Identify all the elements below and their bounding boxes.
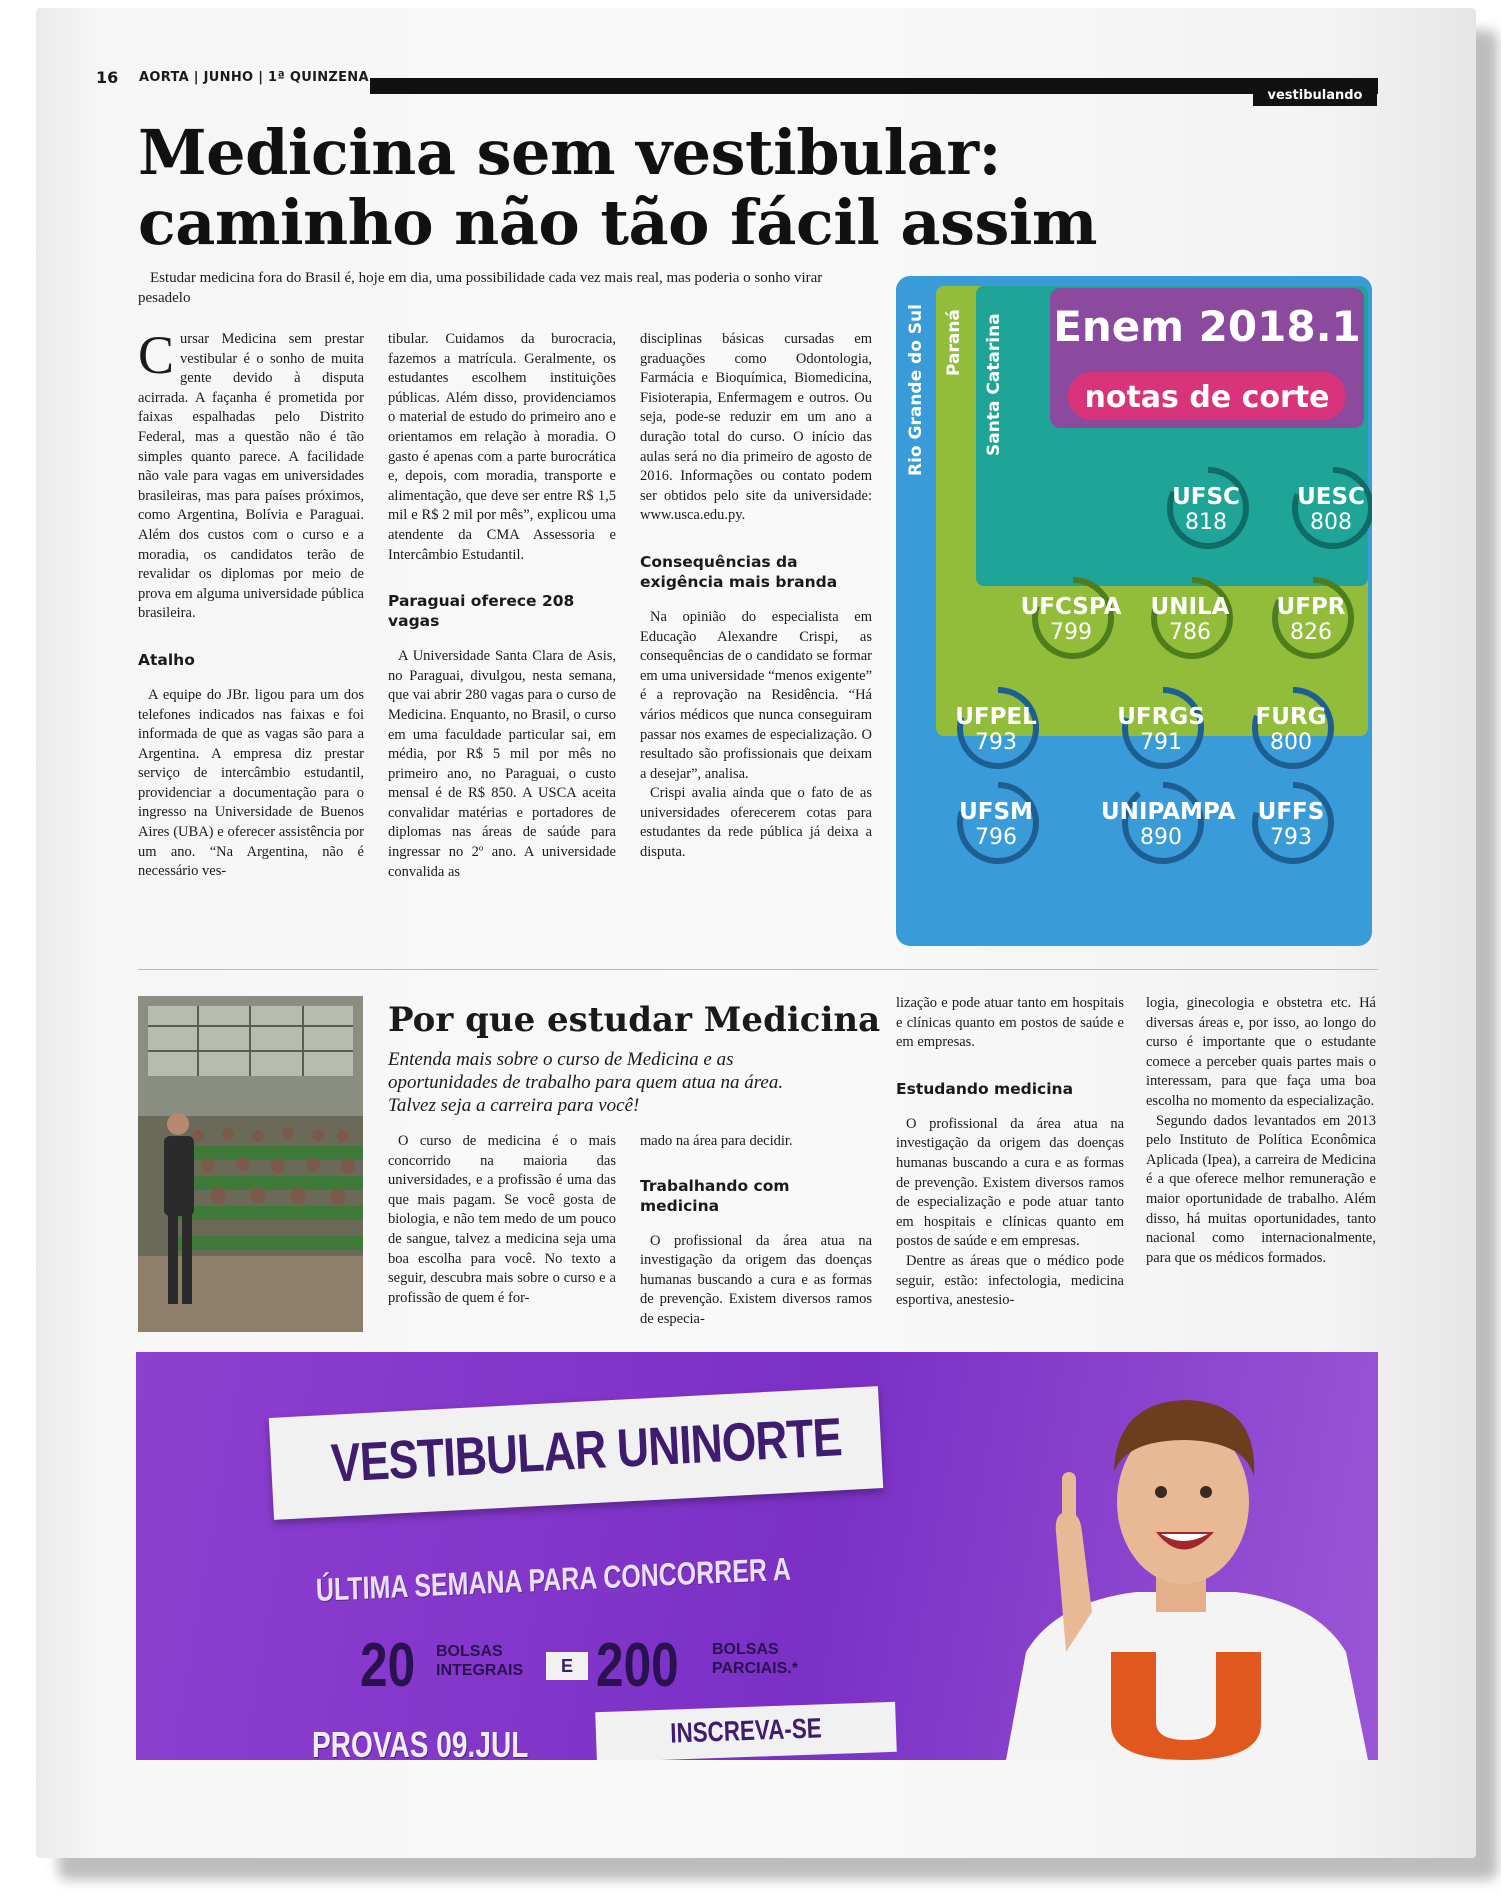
exam-date: PROVAS 09.JUL [312,1724,529,1760]
region-label-pr: Paraná [944,309,964,376]
infographic-title: Enem 2018.1 [1053,302,1361,351]
article2-column-2: mado na área para decidir. Trabalhando c… [640,1132,872,1330]
university-cutoff-score: 793 [975,730,1017,755]
article1-column-2: tibular. Cuidamos da burocracia, fazemos… [388,330,616,882]
header-rule [370,78,1378,94]
article2-column-1: O curso de medicina é o mais concorrido … [388,1132,616,1308]
paragraph: tibular. Cuidamos da burocracia, fazemos… [388,331,616,563]
university-score-ufcspa: UFCSPA 799 [1011,576,1131,676]
university-name: UFCSPA [1020,594,1122,620]
label-line: INTEGRAIS [436,1662,524,1679]
university-cutoff-score: 793 [1270,825,1312,850]
paragraph: logia, ginecologia e obstetra etc. Há di… [1146,995,1376,1109]
region-label-rs: Rio Grande do Sul [906,304,926,476]
subhead: Paraguai oferece 208 vagas [388,592,575,631]
subscribe-button[interactable]: INSCREVA-SE [595,1701,897,1760]
university-cutoff-score: 826 [1290,620,1332,645]
university-score-ufrgs: UFRGS 791 [1101,686,1221,786]
uninorte-advertisement[interactable]: VESTIBULAR UNINORTE ÚLTIMA SEMANA PARA C… [136,1352,1378,1760]
partial-scholarship-label: BOLSAS PARCIAIS.* [712,1640,798,1678]
paragraph: lização e pode atuar tanto em hospitais … [896,995,1124,1051]
university-cutoff-score: 808 [1310,510,1352,535]
partial-scholarship-count: 200 [596,1631,679,1700]
university-name: UFSM [959,799,1033,825]
paragraph: O curso de medicina é o mais concorrido … [388,1133,616,1306]
article2-column-4: logia, ginecologia e obstetra etc. Há di… [1146,994,1376,1268]
section-divider [138,969,1378,970]
ad-title-banner: VESTIBULAR UNINORTE [268,1386,884,1520]
university-cutoff-score: 791 [1140,730,1182,755]
subhead: Atalho [138,650,195,669]
article2-column-3: lização e pode atuar tanto em hospitais … [896,994,1124,1311]
article2-deck: Entenda mais sobre o curso de Medicina e… [388,1049,784,1116]
paragraph: Segundo dados levantados em 2013 pelo In… [1146,1112,1376,1266]
paragraph: Crispi avalia ainda que o fato de as uni… [640,785,872,861]
university-cutoff-score: 799 [1050,620,1092,645]
label-line: BOLSAS [712,1641,779,1658]
subtitle-pill: notas de corte [1068,372,1346,420]
page-number: 16 [96,68,119,87]
cutoff-infographic: Rio Grande do Sul Paraná Santa Catarina … [896,276,1372,946]
paragraph: mado na área para decidir. [640,1133,793,1149]
ad-subtitle: ÚLTIMA SEMANA PARA CONCORRER A [315,1550,792,1608]
university-score-uesc: UESC 808 [1271,466,1372,566]
paragraph: A equipe do JBr. ligou para um dos telef… [138,686,364,880]
lead-text: Estudar medicina fora do Brasil é, hoje … [138,270,823,306]
university-score-ufsm: UFSM 796 [936,781,1056,881]
paragraph: O profissional da área atua na investiga… [896,1115,1124,1250]
university-name: UFSC [1172,484,1240,510]
university-name: UFPEL [955,704,1037,730]
university-name: FURG [1255,704,1327,730]
university-score-ufsc: UFSC 818 [1146,466,1266,566]
university-cutoff-score: 786 [1169,620,1211,645]
full-scholarship-label: BOLSAS INTEGRAIS [436,1642,523,1680]
article2-title: Por que estudar Medicina [388,1000,881,1040]
label-line: PARCIAIS.* [712,1660,798,1677]
paragraph: A Universidade Santa Clara de Asis, no P… [388,648,616,880]
ad-model-photo: U [996,1352,1378,1760]
subhead: Trabalhando com medicina [640,1176,790,1215]
headline: Medicina sem vestibular: caminho não tão… [138,116,1098,259]
university-name: UFFS [1257,799,1325,825]
university-score-ufpel: UFPEL 793 [936,686,1056,786]
university-cutoff-score: 796 [975,825,1017,850]
subscribe-button-label: INSCREVA-SE [669,1712,823,1749]
paragraph: O profissional da área atua na investiga… [640,1232,872,1327]
university-name: UFPR [1276,594,1346,620]
paragraph: Dentre as áreas que o médico pode seguir… [896,1252,1124,1309]
infographic-subtitle: notas de corte [1084,380,1330,415]
subhead: Consequências da exigência mais branda [640,552,838,591]
university-score-furg: FURG 800 [1231,686,1351,786]
university-score-unipampa: UNIPAMPA 890 [1101,781,1236,881]
paragraph: Na opinião do especialista em Educação A… [640,608,872,782]
drop-cap: C [138,325,175,385]
section-tag: vestibulando [1253,86,1377,106]
label-line: BOLSAS [436,1643,503,1660]
university-cutoff-score: 800 [1270,730,1312,755]
university-name: UNIPAMPA [1101,799,1236,825]
university-name: UESC [1297,484,1365,510]
article1-column-3: disciplinas básicas cursadas em graduaçõ… [640,330,872,863]
university-cutoff-score: 818 [1185,510,1227,535]
ad-title: VESTIBULAR UNINORTE [329,1407,843,1494]
publication-line: AORTA | JUNHO | 1ª QUINZENA [139,70,369,85]
subhead: Estudando medicina [896,1079,1074,1098]
university-name: UNILA [1150,594,1230,620]
conjunction-badge: E [546,1652,588,1680]
lecture-hall-photo [138,996,363,1332]
full-scholarship-count: 20 [360,1631,416,1700]
article1-column-1: Cursar Medicina sem prestar vestibular é… [138,325,364,882]
region-label-sc: Santa Catarina [984,313,1004,456]
paragraph: disciplinas básicas cursadas em graduaçõ… [640,331,872,524]
title-box: Enem 2018.1 notas de corte [1050,288,1364,428]
university-score-ufpr: UFPR 826 [1251,576,1371,676]
university-score-uffs: UFFS 793 [1231,781,1351,881]
university-score-unila: UNILA 786 [1130,576,1250,676]
university-name: UFRGS [1117,704,1205,730]
university-cutoff-score: 890 [1140,825,1182,850]
